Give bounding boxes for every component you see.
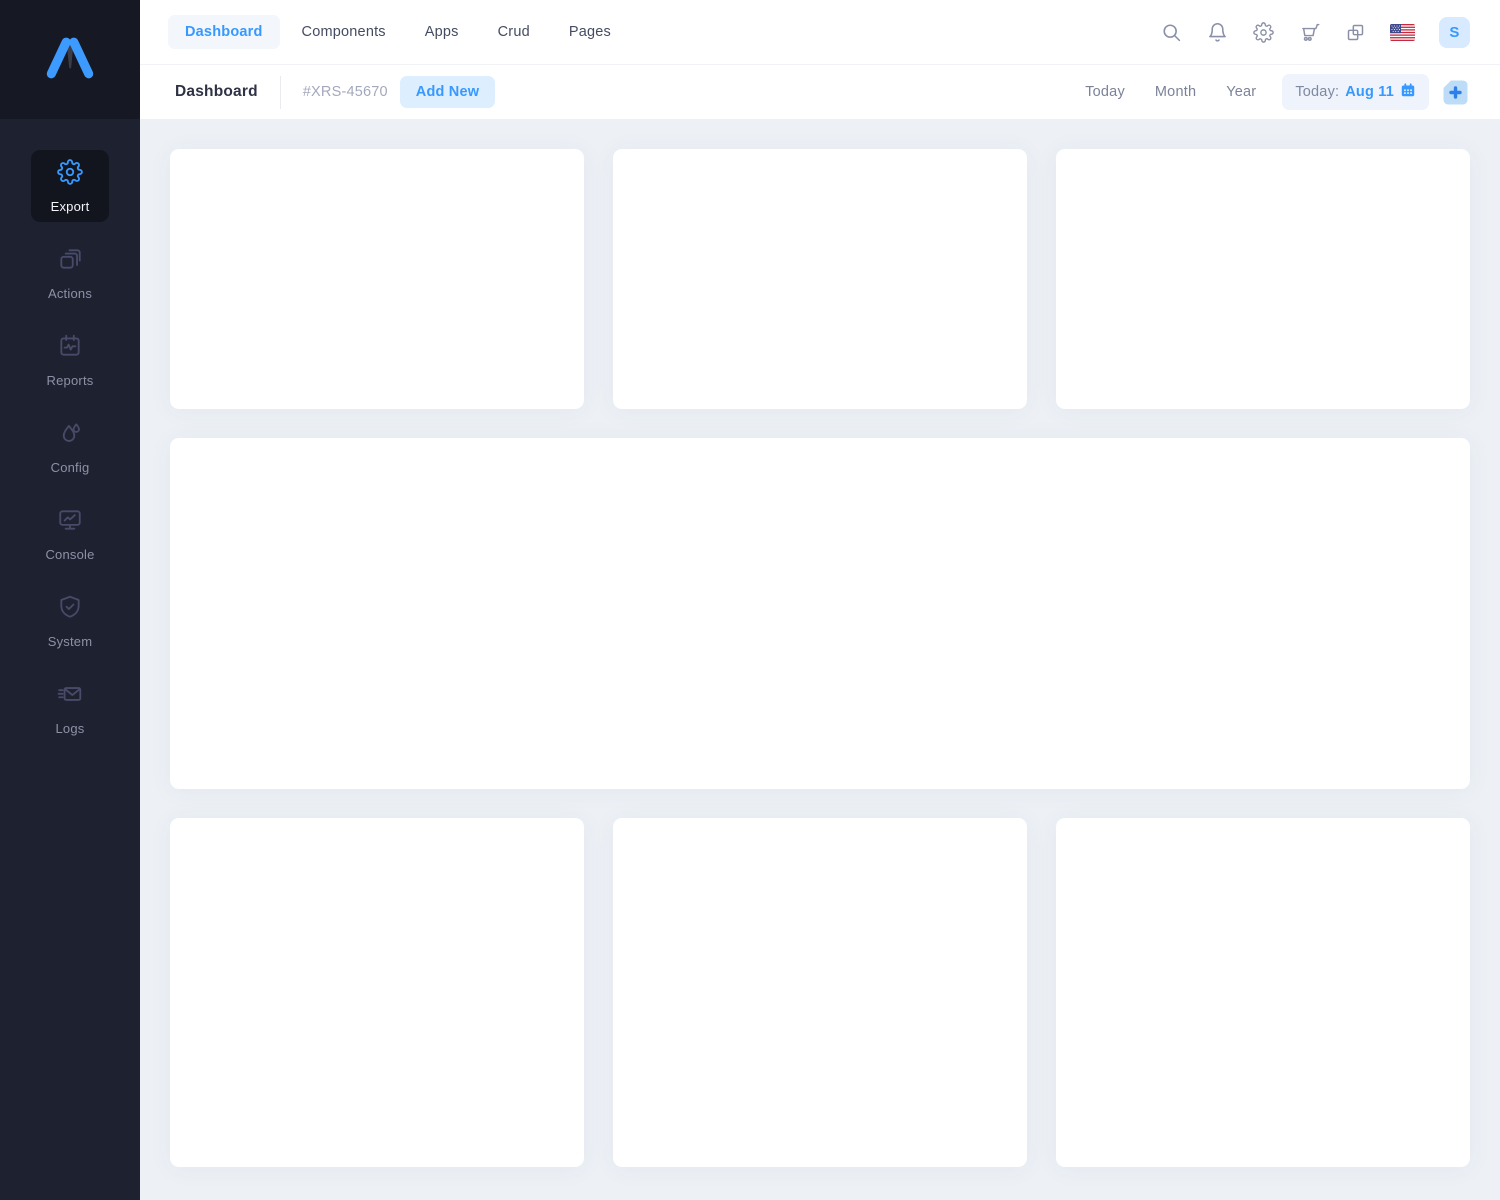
header-actions: S (1160, 17, 1470, 48)
card-placeholder-5 (613, 818, 1027, 1167)
send-mail-icon (57, 681, 83, 712)
page-title: Dashboard (175, 83, 258, 101)
new-file-plus-button[interactable] (1442, 79, 1469, 106)
cards-grid (170, 149, 1470, 1167)
card-placeholder-2 (613, 149, 1027, 409)
calendar-icon (1400, 82, 1416, 102)
sidebar-item-label: System (48, 634, 93, 649)
sidebar-item-label: Export (51, 199, 90, 214)
range-link-today[interactable]: Today (1085, 84, 1125, 100)
card-placeholder-3 (1056, 149, 1470, 409)
sidebar-item-label: Console (45, 547, 94, 562)
sidebar: Export Actions Reports (0, 0, 140, 1200)
search-icon[interactable] (1160, 21, 1182, 43)
top-header: Dashboard Components Apps Crud Pages (140, 0, 1500, 65)
sidebar-item-label: Actions (48, 286, 92, 301)
gear-icon[interactable] (1252, 21, 1274, 43)
sidebar-item-actions[interactable]: Actions (31, 237, 109, 309)
water-drops-icon (57, 420, 83, 451)
card-placeholder-4 (170, 818, 584, 1167)
calendar-pulse-icon (57, 333, 83, 364)
shield-check-icon (57, 594, 83, 625)
toolbar-divider (280, 76, 281, 109)
card-placeholder-wide (170, 438, 1470, 789)
file-plus-icon (1442, 94, 1469, 109)
tab-dashboard[interactable]: Dashboard (168, 15, 280, 49)
sidebar-item-system[interactable]: System (31, 585, 109, 657)
sidebar-item-config[interactable]: Config (31, 411, 109, 483)
language-flag-us-icon[interactable] (1390, 24, 1415, 41)
sidebar-item-label: Logs (56, 721, 85, 736)
stack-copies-icon (57, 246, 83, 277)
reference-code: #XRS-45670 (303, 84, 388, 100)
sidebar-item-reports[interactable]: Reports (31, 324, 109, 396)
toolbar-right: Today Month Year Today: Aug 11 (1055, 74, 1469, 110)
gear-icon (57, 159, 83, 190)
sidebar-item-label: Reports (47, 373, 94, 388)
range-link-month[interactable]: Month (1155, 84, 1196, 100)
cart-icon[interactable] (1298, 21, 1320, 43)
sidebar-item-logs[interactable]: Logs (31, 672, 109, 744)
sidebar-item-export[interactable]: Export (31, 150, 109, 222)
bell-icon[interactable] (1206, 21, 1228, 43)
date-value-label: Aug 11 (1345, 84, 1394, 100)
tab-pages[interactable]: Pages (552, 15, 628, 49)
card-placeholder-1 (170, 149, 584, 409)
sidebar-nav: Export Actions Reports (0, 150, 140, 744)
brand-area[interactable] (0, 0, 140, 119)
tab-apps[interactable]: Apps (408, 15, 476, 49)
tab-crud[interactable]: Crud (481, 15, 547, 49)
sidebar-item-console[interactable]: Console (31, 498, 109, 570)
date-prefix-label: Today: (1295, 84, 1339, 100)
range-link-year[interactable]: Year (1226, 84, 1256, 100)
add-new-button[interactable]: Add New (400, 76, 495, 108)
user-avatar[interactable]: S (1439, 17, 1470, 48)
copy-icon[interactable] (1344, 21, 1366, 43)
tab-components[interactable]: Components (285, 15, 403, 49)
monitor-chart-icon (57, 507, 83, 538)
page-toolbar: Dashboard #XRS-45670 Add New Today Month… (140, 65, 1500, 119)
card-placeholder-6 (1056, 818, 1470, 1167)
sidebar-item-label: Config (51, 460, 90, 475)
main-content (140, 119, 1500, 1200)
top-nav: Dashboard Components Apps Crud Pages (168, 15, 628, 49)
app-logo-icon (39, 34, 101, 85)
date-picker-button[interactable]: Today: Aug 11 (1282, 74, 1429, 110)
